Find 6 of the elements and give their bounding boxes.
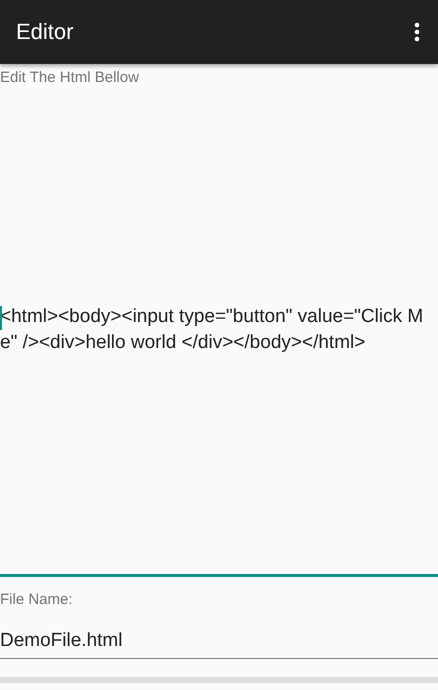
html-editor-field[interactable]: <html><body><input type="button" value="Click Me" /><div>hello world </div></body></html> — [0, 86, 438, 577]
more-options-icon[interactable] — [414, 22, 420, 42]
editor-label: Edit The Html Bellow — [0, 69, 139, 86]
file-name-field[interactable]: DemoFile.html — [0, 630, 438, 659]
file-name-label: File Name: — [0, 591, 73, 608]
app-title: Editor — [16, 19, 74, 45]
